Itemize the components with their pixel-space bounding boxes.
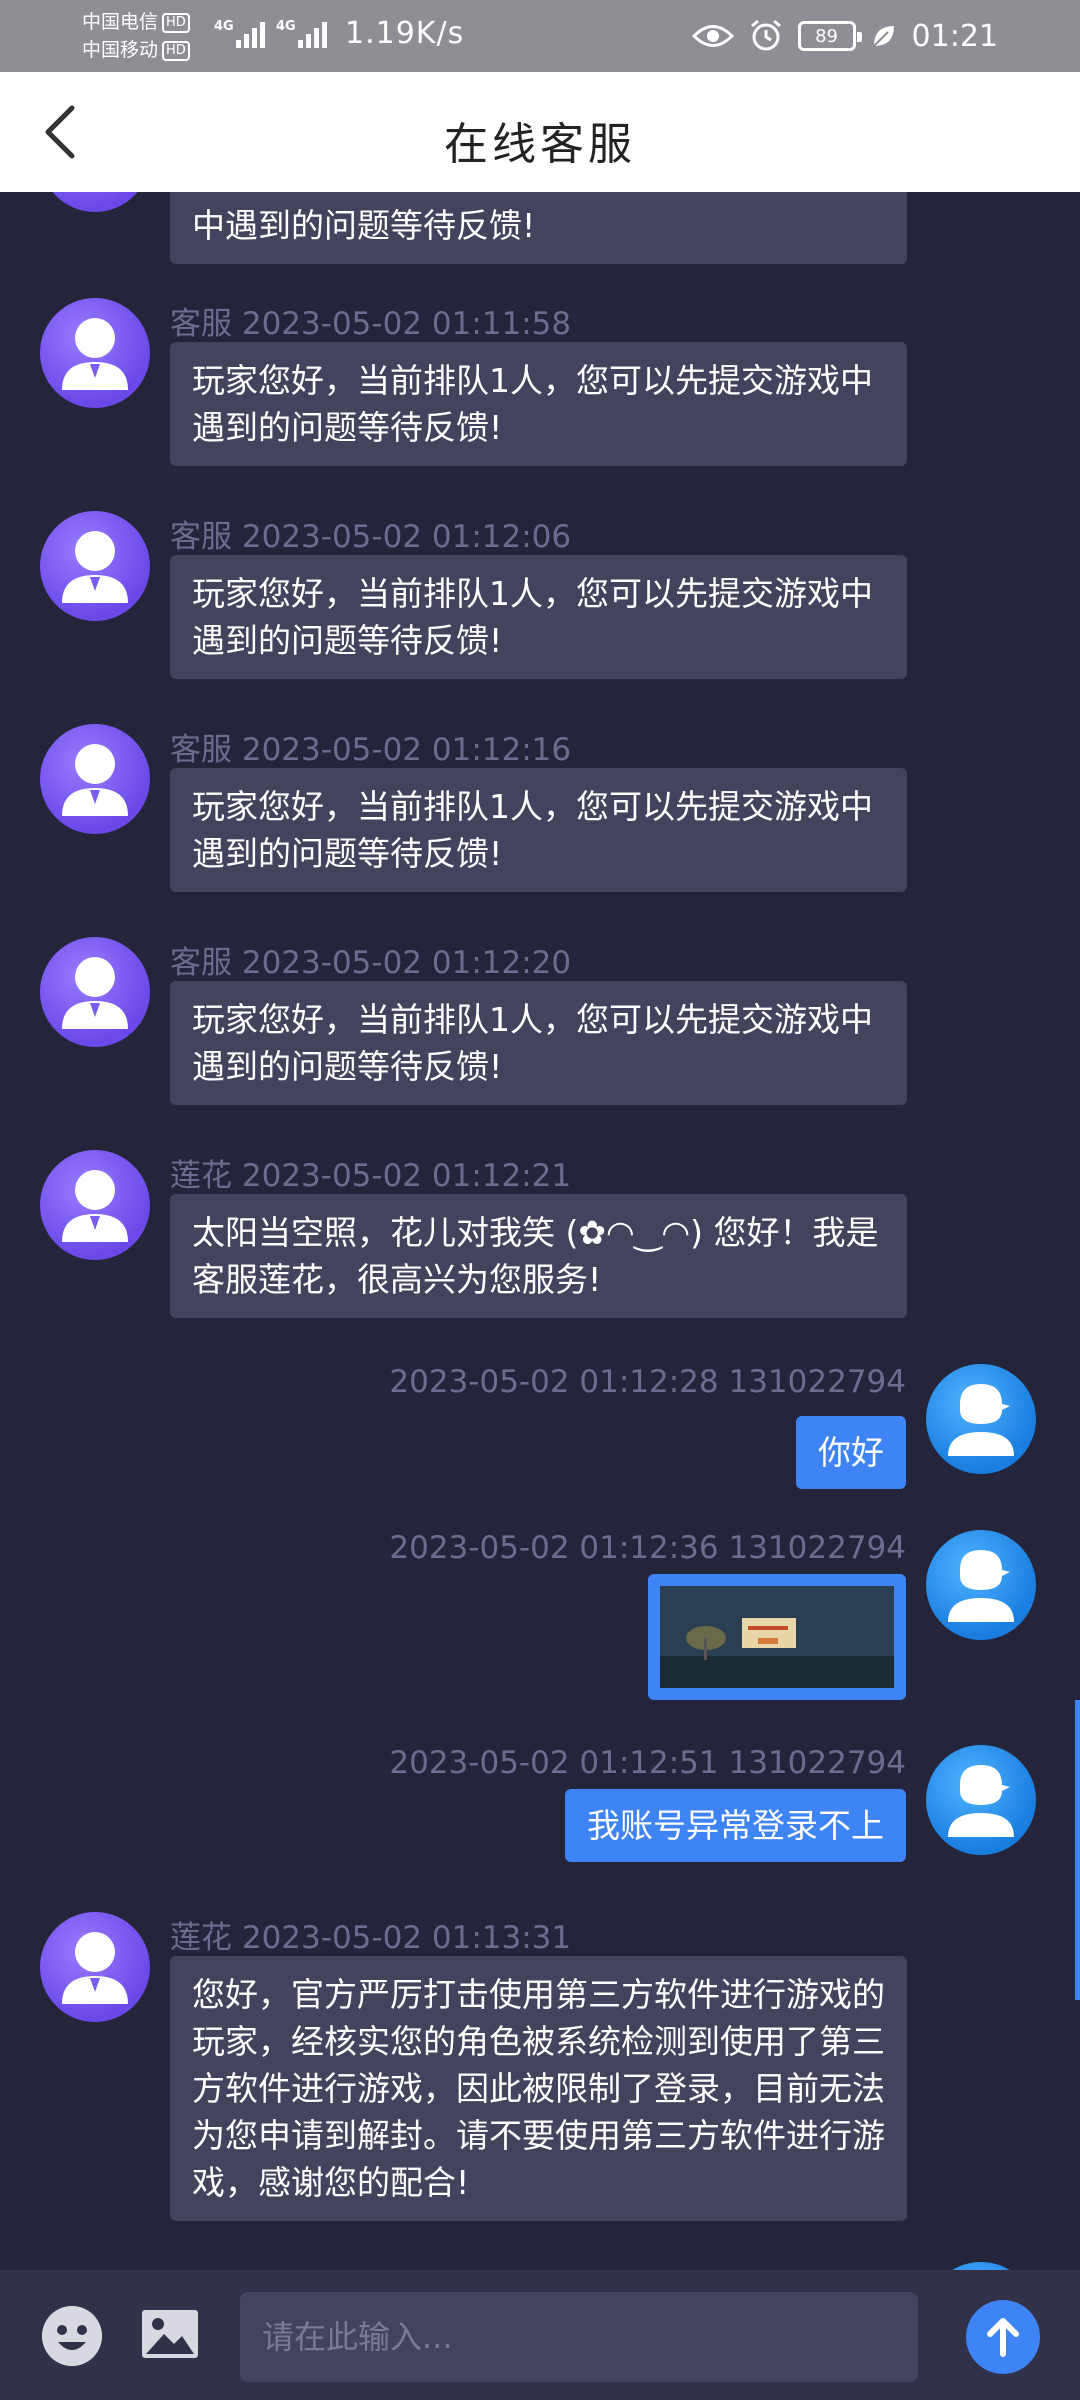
message-text: 玩家您好，当前排队1人，您可以先提交游戏中遇到的问题等待反馈! [192,1000,873,1086]
sender-name: 客服 [170,945,232,981]
carrier-2: 中国移动 [82,39,159,61]
agent-avatar [40,1150,150,1260]
screenshot-thumbnail [660,1586,894,1688]
message-meta: 客服 2023-05-02 01:12:20 [170,937,571,982]
agent-avatar [40,937,150,1047]
message-time: 2023-05-02 01:11:58 [241,306,572,342]
message-time: 2023-05-02 01:12:06 [241,519,572,555]
message-text: 我账号异常登录不上 [587,1806,884,1845]
scrollbar[interactable] [1075,1700,1080,2000]
user-avatar [926,2262,1036,2270]
message-bubble: 玩家您好，当前排队1人，您可以先提交游戏中遇到的问题等待反馈! [170,981,907,1105]
svg-text:4G: 4G [214,19,234,34]
message-text: 玩家您好，当前排队1人，您可以先提交游戏中遇到的问题等待反馈! [192,361,873,447]
send-button[interactable] [966,2300,1040,2374]
image-message[interactable] [648,1574,906,1700]
clock: 01:21 [911,18,998,54]
carrier-1: 中国电信 [82,11,159,33]
input-bar [0,2270,1080,2400]
user-avatar [926,1745,1036,1855]
message-meta: 2023-05-02 01:12:28 131022794 [389,1364,906,1400]
sender-name: 客服 [170,306,232,342]
message-text: 中遇到的问题等待反馈! [192,206,536,245]
agent-avatar [40,192,150,212]
agent-avatar [40,511,150,621]
sender-name: 莲花 [170,1158,232,1194]
user-avatar [926,1364,1036,1474]
message-meta: 客服 2023-05-02 01:11:58 [170,298,571,343]
message-text: 玩家您好，当前排队1人，您可以先提交游戏中遇到的问题等待反馈! [192,574,873,660]
leaf-icon [872,26,894,47]
message-bubble: 我账号异常登录不上 [565,1789,906,1862]
net-speed: 1.19K/s [345,16,465,51]
agent-avatar [40,1912,150,2022]
message-text: 太阳当空照，花儿对我笑 (✿◠‿◠) 您好！我是客服莲花，很高兴为您服务! [192,1213,879,1299]
message-bubble: 您好，官方严厉打击使用第三方软件进行游戏的玩家，经核实您的角色被系统检测到使用了… [170,1956,907,2221]
status-bar: 中国电信 HD 中国移动 HD 4G 4G 1.19K/s 89 01:21 [0,0,1080,72]
chat-area[interactable]: 中遇到的问题等待反馈! 客服 2023-05-02 01:11:58 玩家您好，… [0,192,1080,2270]
agent-avatar [40,724,150,834]
message-meta: 2023-05-02 01:12:36 131022794 [389,1530,906,1566]
message-time: 2023-05-02 01:12:20 [241,945,572,981]
message-bubble: 中遇到的问题等待反馈! [170,192,907,264]
message-bubble: 玩家您好，当前排队1人，您可以先提交游戏中遇到的问题等待反馈! [170,768,907,892]
message-bubble: 玩家您好，当前排队1人，您可以先提交游戏中遇到的问题等待反馈! [170,555,907,679]
hd-badge: HD [162,12,190,33]
message-meta: 2023-05-02 01:12:51 131022794 [389,1745,906,1781]
message-text: 玩家您好，当前排队1人，您可以先提交游戏中遇到的问题等待反馈! [192,787,873,873]
hd-badge: HD [162,40,190,61]
svg-text:4G: 4G [276,19,296,34]
battery-icon: 89 [797,21,862,51]
page-title: 在线客服 [444,119,636,170]
message-meta: 客服 2023-05-02 01:12:16 [170,724,571,769]
message-time: 2023-05-02 01:12:16 [241,732,572,768]
sender-name: 莲花 [170,1920,232,1956]
message-text: 您好，官方严厉打击使用第三方软件进行游戏的玩家，经核实您的角色被系统检测到使用了… [192,1975,885,2202]
sender-name: 客服 [170,732,232,768]
message-meta: 莲花 2023-05-02 01:13:31 [170,1912,571,1957]
message-time: 2023-05-02 01:13:31 [241,1920,572,1956]
sender-name: 客服 [170,519,232,555]
eye-icon [691,25,734,47]
user-avatar [926,1530,1036,1640]
app-header: 在线客服 [0,72,1080,192]
arrow-up-icon [987,2318,1019,2357]
carrier-info: 中国电信 HD 中国移动 HD [82,8,190,64]
emoji-icon[interactable] [40,2304,104,2368]
signal-icon-2: 4G [276,19,327,48]
message-meta: 莲花 2023-05-02 01:12:21 [170,1150,571,1195]
signal-icon: 4G [214,19,265,48]
message-bubble: 玩家您好，当前排队1人，您可以先提交游戏中遇到的问题等待反馈! [170,342,907,466]
message-time: 2023-05-02 01:12:21 [241,1158,572,1194]
message-text: 你好 [818,1433,884,1472]
agent-avatar [40,298,150,408]
message-meta: 客服 2023-05-02 01:12:06 [170,511,571,556]
message-bubble: 你好 [796,1416,906,1489]
message-bubble: 太阳当空照，花儿对我笑 (✿◠‿◠) 您好！我是客服莲花，很高兴为您服务! [170,1194,907,1318]
message-input[interactable] [240,2292,918,2382]
alarm-icon [750,19,781,51]
image-icon[interactable] [140,2304,200,2364]
